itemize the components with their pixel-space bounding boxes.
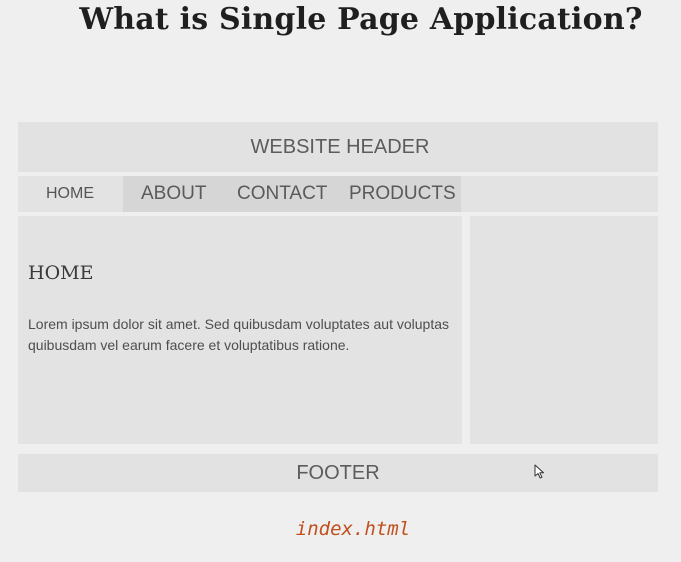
mouse-pointer-icon: [534, 464, 544, 479]
file-name-label: index.html: [295, 518, 411, 540]
slide-title: What is Single Page Application?: [79, 2, 643, 37]
main-heading: HOME: [28, 262, 94, 284]
website-mockup: WEBSITE HEADER HOME ABOUT CONTACT PRODUC…: [18, 122, 658, 492]
website-footer: FOOTER: [18, 454, 658, 492]
nav-link-products[interactable]: PRODUCTS: [349, 176, 456, 212]
main-content: HOME Lorem ipsum dolor sit amet. Sed qui…: [18, 216, 462, 444]
sidebar: [470, 216, 658, 444]
website-footer-label: FOOTER: [296, 461, 380, 484]
nav-link-contact[interactable]: CONTACT: [237, 176, 327, 212]
website-nav-bar: HOME ABOUT CONTACT PRODUCTS: [18, 176, 658, 212]
nav-link-home[interactable]: HOME: [18, 176, 122, 212]
nav-link-about[interactable]: ABOUT: [141, 176, 206, 212]
main-body-text: Lorem ipsum dolor sit amet. Sed quibusda…: [28, 316, 450, 353]
website-header: WEBSITE HEADER: [18, 122, 658, 172]
website-header-label: WEBSITE HEADER: [250, 135, 430, 158]
nav-link-group: ABOUT CONTACT PRODUCTS: [123, 176, 461, 212]
